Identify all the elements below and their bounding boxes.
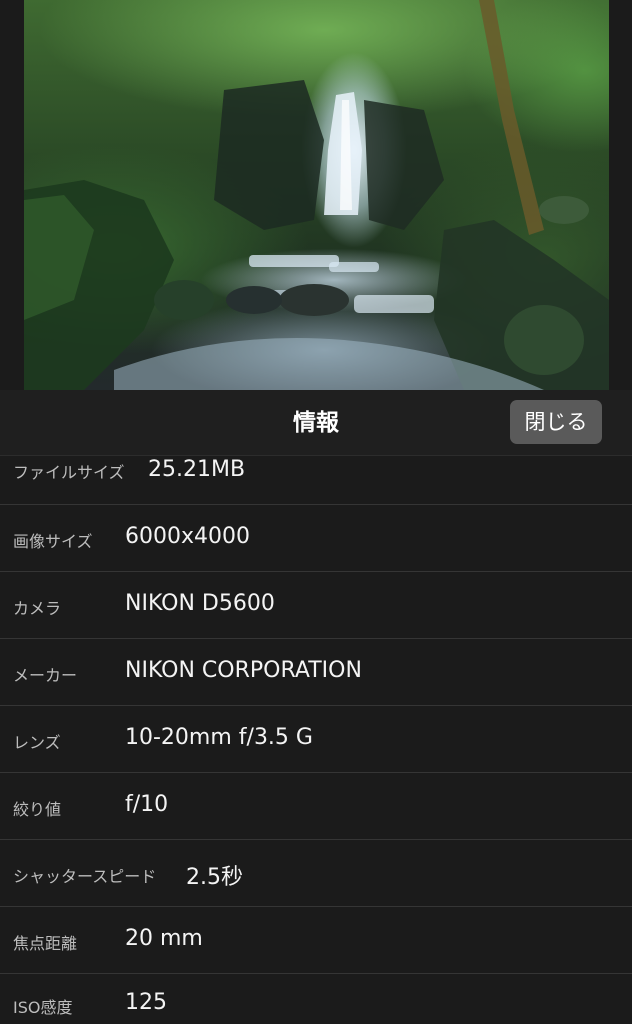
info-value: 125	[125, 990, 167, 1015]
info-value: 2.5秒	[186, 865, 243, 890]
info-row-shutter-speed: シャッタースピード 2.5秒	[0, 840, 632, 907]
info-value: NIKON CORPORATION	[125, 658, 362, 683]
info-row-focal-length: 焦点距離 20 mm	[0, 907, 632, 974]
info-value: NIKON D5600	[125, 591, 275, 616]
info-label: カメラ	[13, 599, 62, 618]
info-row-image-size: 画像サイズ 6000x4000	[0, 505, 632, 572]
info-label: メーカー	[13, 666, 78, 685]
info-label: 絞り値	[13, 800, 62, 819]
info-list: ファイルサイズ 25.21MB 画像サイズ 6000x4000 カメラ NIKO…	[0, 457, 632, 1024]
info-row-iso: ISO感度 125	[0, 974, 632, 1024]
info-label: 焦点距離	[13, 934, 78, 953]
info-value: 20 mm	[125, 926, 203, 951]
info-label: シャッタースピード	[13, 867, 157, 886]
info-label: 画像サイズ	[13, 532, 93, 551]
info-label: レンズ	[13, 733, 61, 752]
photo-info-screen: 情報 閉じる ファイルサイズ 25.21MB 画像サイズ 6000x4000 カ…	[0, 0, 632, 1024]
info-header: 情報 閉じる	[0, 390, 632, 456]
photo-area	[0, 0, 632, 390]
photo-scenery	[24, 0, 609, 390]
info-row-camera: カメラ NIKON D5600	[0, 572, 632, 639]
info-value: 6000x4000	[125, 524, 250, 549]
info-value: f/10	[125, 792, 169, 817]
close-button[interactable]: 閉じる	[510, 400, 602, 444]
info-value: 25.21MB	[148, 457, 246, 482]
info-row-maker: メーカー NIKON CORPORATION	[0, 639, 632, 706]
info-row-aperture: 絞り値 f/10	[0, 773, 632, 840]
waterfall-photo	[24, 0, 609, 390]
info-row-lens: レンズ 10-20mm f/3.5 G	[0, 706, 632, 773]
info-label: ISO感度	[13, 998, 73, 1017]
info-row-file-size: ファイルサイズ 25.21MB	[0, 457, 632, 505]
info-label: ファイルサイズ	[13, 463, 125, 482]
info-value: 10-20mm f/3.5 G	[125, 725, 313, 750]
